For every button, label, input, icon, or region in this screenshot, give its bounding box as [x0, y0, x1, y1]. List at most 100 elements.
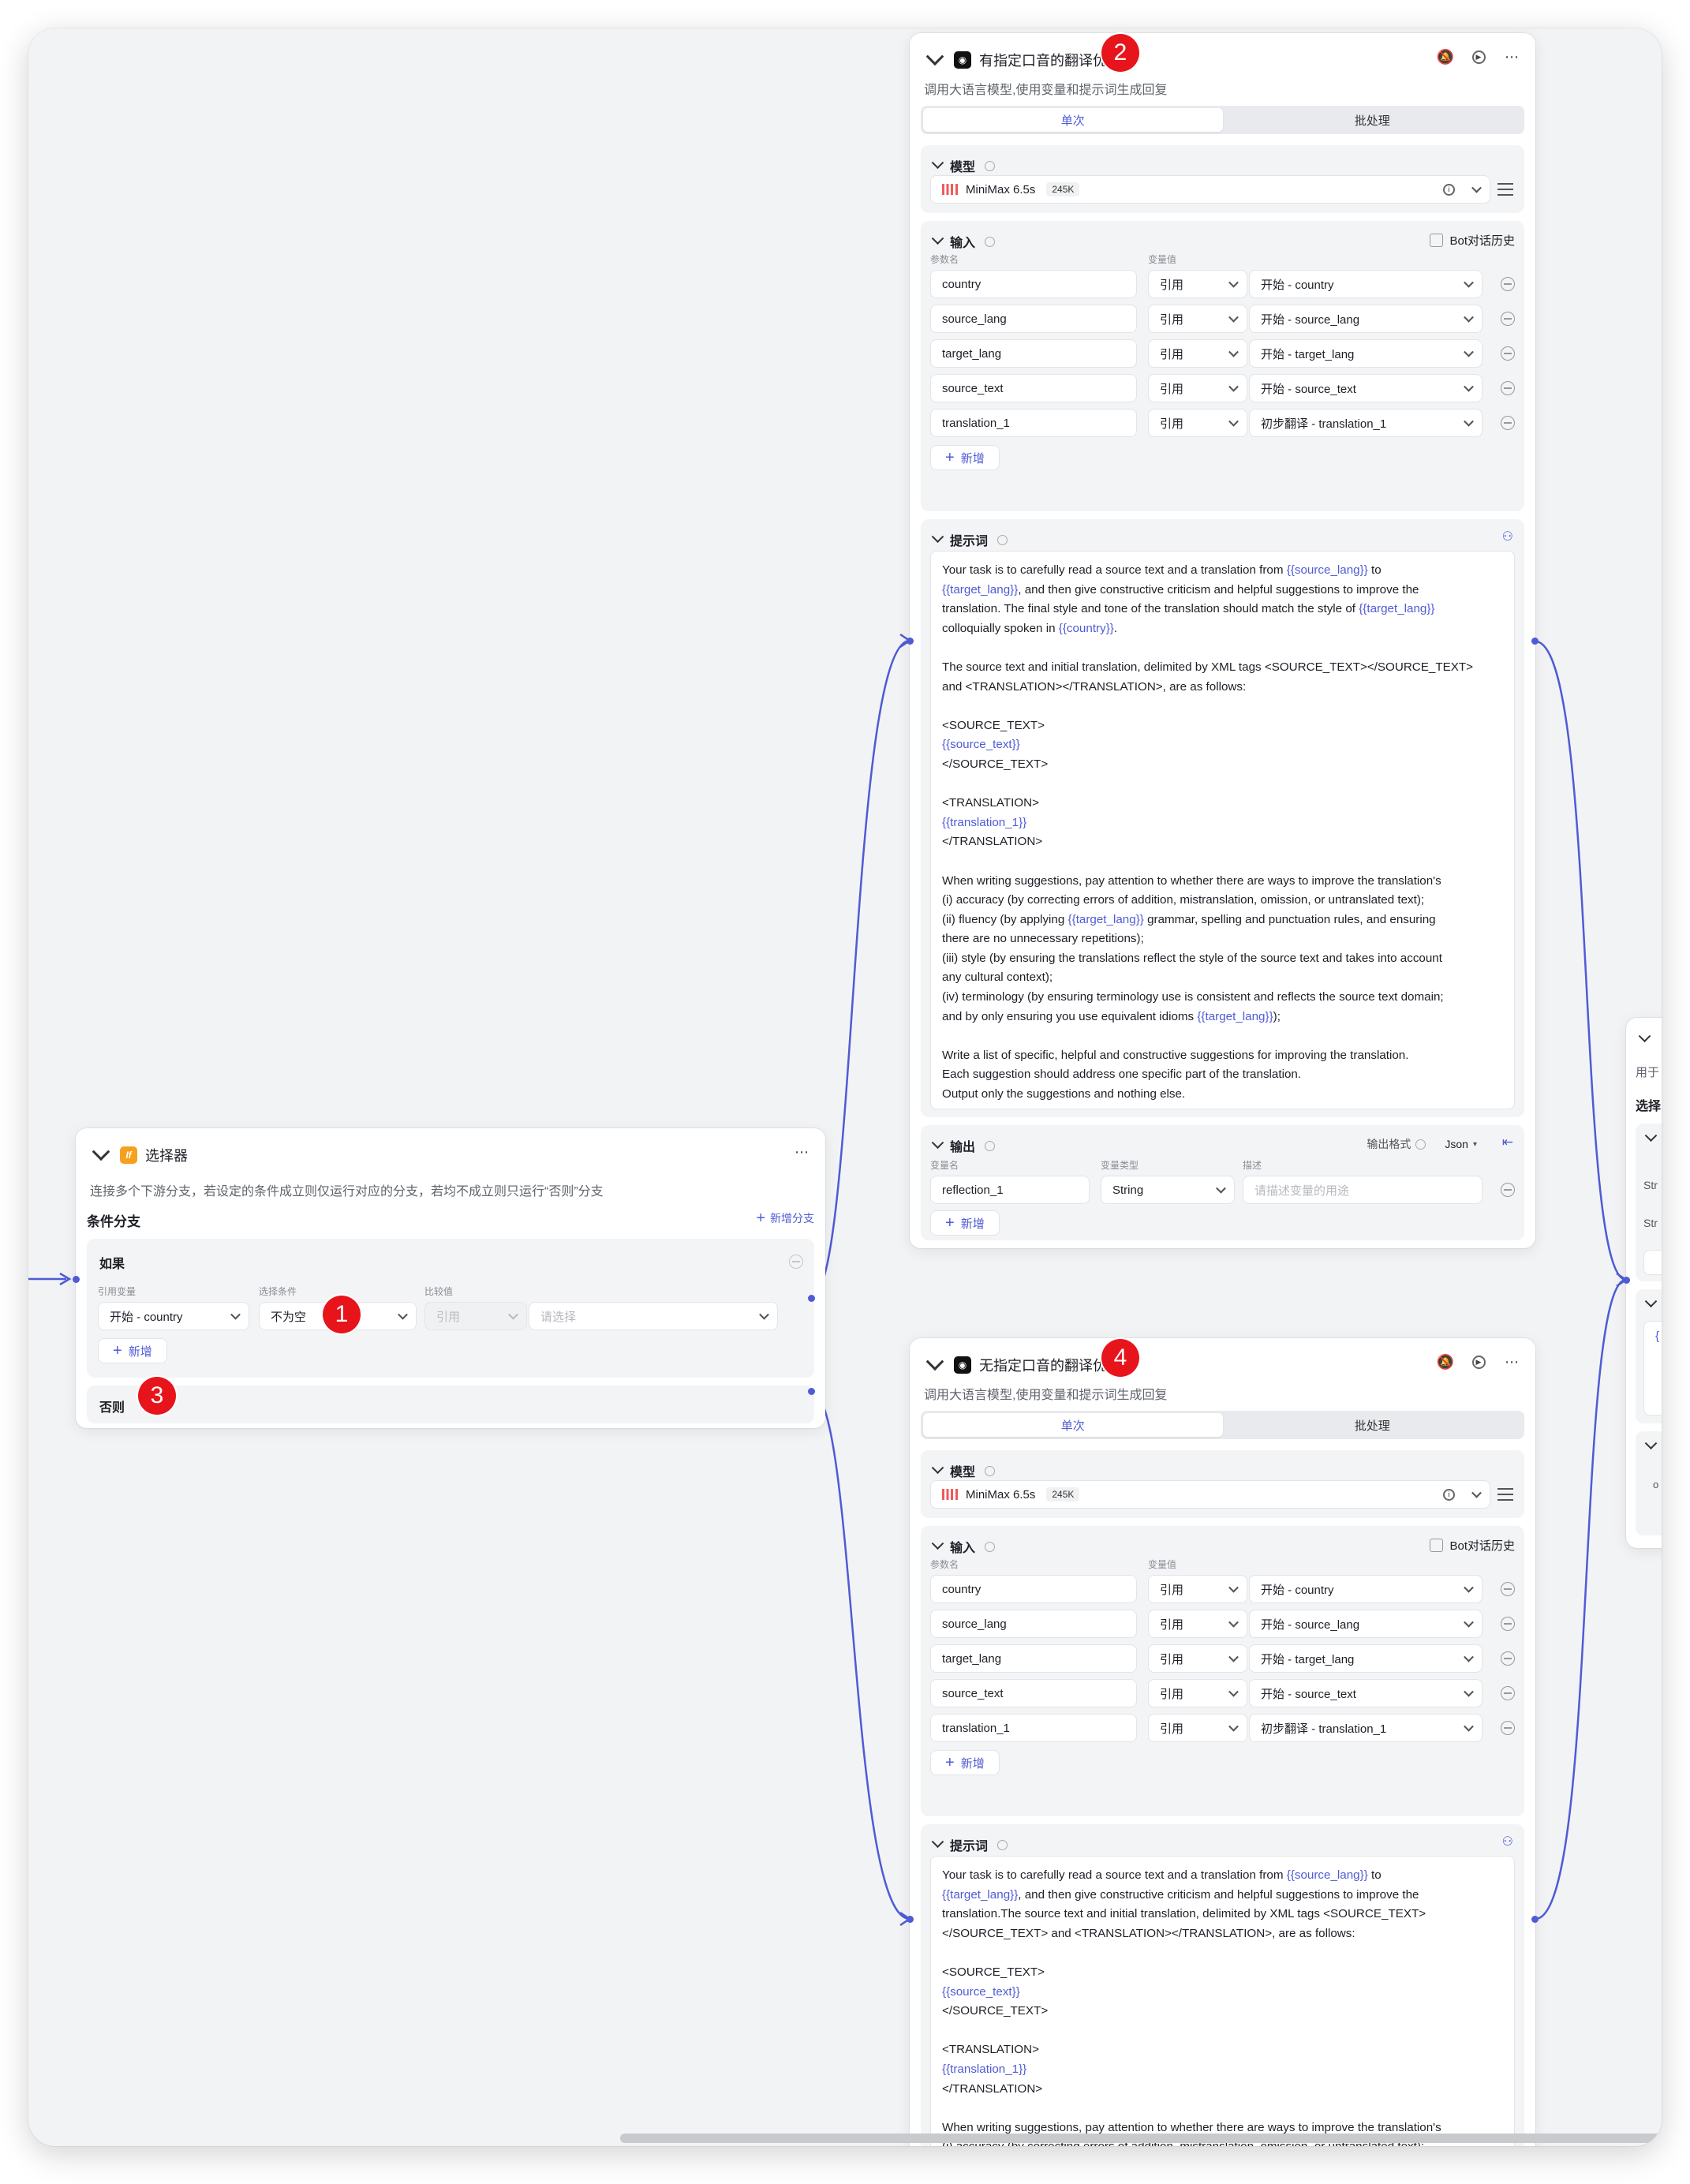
value-type-select[interactable]: 引用	[1148, 1679, 1247, 1707]
mute-bell-icon[interactable]: 🔕	[1436, 47, 1455, 66]
value-type-select[interactable]: 引用	[1148, 1575, 1247, 1603]
partial-input[interactable]	[1643, 1250, 1662, 1275]
value-ref-select[interactable]: 初步翻译 - translation_1	[1249, 1714, 1482, 1742]
output-format-control[interactable]: 输出格式 Json ▾	[1367, 1136, 1477, 1152]
prompt-library-icon[interactable]: ⚇	[1502, 1834, 1513, 1849]
collapse-chevron-icon[interactable]	[931, 1460, 944, 1474]
param-name-input[interactable]: target_lang	[930, 339, 1137, 368]
value-ref-select[interactable]: 开始 - target_lang	[1249, 339, 1482, 368]
remove-row-icon[interactable]	[1501, 381, 1515, 395]
value-type-select[interactable]: 引用	[1148, 270, 1247, 298]
collapse-chevron-icon[interactable]	[931, 155, 944, 169]
value-type-select[interactable]: 引用	[1148, 305, 1247, 333]
remove-row-icon[interactable]	[1501, 312, 1515, 326]
tab-batch[interactable]: 批处理	[1223, 108, 1523, 132]
selector-node[interactable]: If 选择器 ⋯ 连接多个下游分支，若设定的条件成立则仅运行对应的分支，若均不成…	[73, 1128, 825, 1428]
collapse-chevron-icon[interactable]	[925, 1352, 944, 1371]
input-port[interactable]	[73, 1276, 80, 1283]
collapse-chevron-icon[interactable]	[931, 231, 944, 245]
more-icon[interactable]: ⋯	[792, 1142, 811, 1161]
param-name-input[interactable]: source_lang	[930, 1610, 1137, 1638]
remove-row-icon[interactable]	[1501, 1183, 1515, 1197]
output-desc-input[interactable]: 请描述变量的用途	[1243, 1176, 1482, 1204]
remove-row-icon[interactable]	[1501, 346, 1515, 361]
compare-type-select[interactable]: 引用	[424, 1302, 527, 1330]
model-settings-icon[interactable]	[1497, 183, 1513, 196]
tab-single[interactable]: 单次	[923, 108, 1223, 132]
add-condition-button[interactable]: + 新增	[98, 1338, 167, 1363]
collapse-chevron-icon[interactable]	[931, 529, 944, 543]
compare-value-select[interactable]: 请选择	[529, 1302, 778, 1330]
add-input-button[interactable]: + 新增	[930, 1750, 1000, 1775]
prompt-textarea[interactable]: Your task is to carefully read a source …	[930, 1856, 1515, 2146]
collapse-chevron-icon[interactable]	[1644, 1295, 1658, 1308]
prompt-library-icon[interactable]: ⚇	[1502, 529, 1513, 544]
collapse-chevron-icon[interactable]	[1644, 1129, 1658, 1142]
remove-row-icon[interactable]	[1501, 1651, 1515, 1666]
add-output-button[interactable]: + 新增	[930, 1210, 1000, 1236]
info-icon[interactable]: i	[1443, 1488, 1455, 1501]
value-ref-select[interactable]: 开始 - country	[1249, 1575, 1482, 1603]
output-name-input[interactable]: reflection_1	[930, 1176, 1090, 1204]
mute-bell-icon[interactable]: 🔕	[1436, 1352, 1455, 1371]
value-ref-select[interactable]: 开始 - country	[1249, 270, 1482, 298]
import-icon[interactable]: ⇤	[1502, 1135, 1513, 1150]
value-type-select[interactable]: 引用	[1148, 1610, 1247, 1638]
partial-right-node[interactable]: 用于 选择 Str Str { o	[1623, 1018, 1662, 1548]
value-ref-select[interactable]: 开始 - source_text	[1249, 374, 1482, 402]
add-input-button[interactable]: + 新增	[930, 445, 1000, 470]
remove-row-icon[interactable]	[1501, 1582, 1515, 1596]
value-ref-select[interactable]: 开始 - target_lang	[1249, 1644, 1482, 1673]
model-settings-icon[interactable]	[1497, 1488, 1513, 1501]
ref-variable-select[interactable]: 开始 - country	[98, 1302, 249, 1330]
param-name-input[interactable]: source_text	[930, 1679, 1137, 1707]
run-icon[interactable]: ▶	[1469, 47, 1488, 66]
value-type-select[interactable]: 引用	[1148, 1714, 1247, 1742]
output-port[interactable]	[1531, 1916, 1539, 1923]
collapse-chevron-icon[interactable]	[92, 1142, 110, 1161]
remove-row-icon[interactable]	[1501, 416, 1515, 430]
bot-history-checkbox[interactable]: Bot对话历史	[1430, 1537, 1515, 1554]
else-output-port[interactable]	[808, 1388, 815, 1395]
prompt-textarea[interactable]: Your task is to carefully read a source …	[930, 551, 1515, 1109]
tab-batch[interactable]: 批处理	[1223, 1413, 1523, 1437]
input-port[interactable]	[907, 638, 914, 645]
value-ref-select[interactable]: 开始 - source_lang	[1249, 1610, 1482, 1638]
llm-node-accent[interactable]: ◉ 有指定口音的翻译优化 🔕 ▶ ⋯ 调用大语言模型,使用变量和提示词生成回复 …	[907, 33, 1539, 1248]
output-type-select[interactable]: String	[1101, 1176, 1235, 1204]
remove-row-icon[interactable]	[1501, 277, 1515, 291]
partial-textarea[interactable]: {	[1643, 1321, 1662, 1415]
remove-row-icon[interactable]	[1501, 1686, 1515, 1700]
value-ref-select[interactable]: 初步翻译 - translation_1	[1249, 409, 1482, 437]
run-icon[interactable]: ▶	[1469, 1352, 1488, 1371]
info-icon[interactable]: i	[1443, 183, 1455, 196]
param-name-input[interactable]: source_lang	[930, 305, 1137, 333]
collapse-chevron-icon[interactable]	[1644, 1437, 1658, 1450]
tab-single[interactable]: 单次	[923, 1413, 1223, 1437]
param-name-input[interactable]: target_lang	[930, 1644, 1137, 1673]
value-type-select[interactable]: 引用	[1148, 1644, 1247, 1673]
remove-branch-icon[interactable]	[789, 1255, 803, 1269]
collapse-chevron-icon[interactable]	[1638, 1030, 1651, 1043]
param-name-input[interactable]: source_text	[930, 374, 1137, 402]
remove-row-icon[interactable]	[1501, 1617, 1515, 1631]
llm-node-no-accent[interactable]: ◉ 无指定口音的翻译优化 🔕 ▶ ⋯ 调用大语言模型,使用变量和提示词生成回复 …	[907, 1338, 1539, 2146]
if-output-port[interactable]	[808, 1295, 815, 1302]
value-type-select[interactable]: 引用	[1148, 374, 1247, 402]
model-select[interactable]: MiniMax 6.5s 245K i	[930, 175, 1490, 204]
workflow-canvas[interactable]: If 选择器 ⋯ 连接多个下游分支，若设定的条件成立则仅运行对应的分支，若均不成…	[28, 28, 1662, 2146]
more-icon[interactable]: ⋯	[1502, 1352, 1521, 1371]
param-name-input[interactable]: translation_1	[930, 409, 1137, 437]
output-port[interactable]	[1531, 638, 1539, 645]
input-port[interactable]	[907, 1916, 914, 1923]
collapse-chevron-icon[interactable]	[931, 1536, 944, 1550]
value-type-select[interactable]: 引用	[1148, 339, 1247, 368]
value-type-select[interactable]: 引用	[1148, 409, 1247, 437]
param-name-input[interactable]: country	[930, 1575, 1137, 1603]
input-port[interactable]	[1623, 1277, 1630, 1284]
param-name-input[interactable]: country	[930, 270, 1137, 298]
value-ref-select[interactable]: 开始 - source_lang	[1249, 305, 1482, 333]
bot-history-checkbox[interactable]: Bot对话历史	[1430, 232, 1515, 249]
collapse-chevron-icon[interactable]	[931, 1135, 944, 1149]
horizontal-scrollbar[interactable]	[620, 2134, 1662, 2143]
